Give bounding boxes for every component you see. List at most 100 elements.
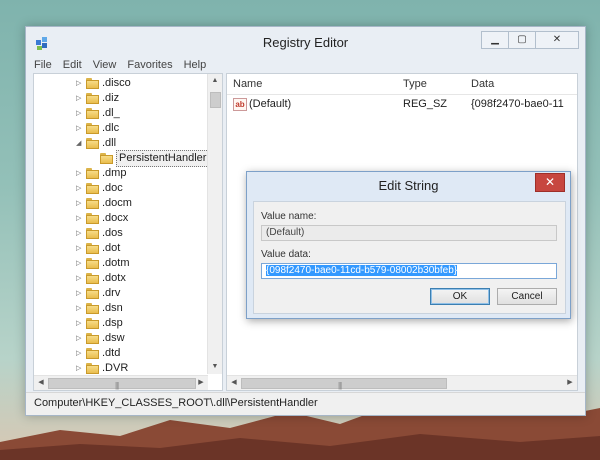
- folder-icon: [86, 123, 99, 134]
- menu-favorites[interactable]: Favorites: [127, 57, 172, 73]
- list-header: Name Type Data: [227, 74, 577, 95]
- folder-icon: [86, 318, 99, 329]
- expand-arrow-icon[interactable]: ▷: [76, 289, 84, 298]
- menu-view[interactable]: View: [93, 57, 117, 73]
- folder-icon: [86, 198, 99, 209]
- folder-icon: [86, 348, 99, 359]
- dialog-body: Value name: (Default) Value data: {098f2…: [253, 201, 566, 314]
- scroll-thumb[interactable]: |||: [48, 378, 196, 390]
- tree-item-label: .doc: [102, 182, 123, 194]
- scroll-up-arrow-icon[interactable]: ▲: [208, 74, 222, 88]
- edit-string-dialog: Edit String ✕ Value name: (Default) Valu…: [246, 171, 571, 319]
- folder-icon: [86, 213, 99, 224]
- folder-icon: [86, 108, 99, 119]
- column-data[interactable]: Data: [471, 78, 494, 90]
- tree-item-label: .dsp: [102, 317, 123, 329]
- folder-icon: [86, 363, 99, 374]
- value-type: REG_SZ: [403, 98, 448, 110]
- value-data: {098f2470-bae0-11: [471, 98, 564, 110]
- grip-icon: |||: [338, 381, 342, 390]
- value-name-field: (Default): [261, 225, 557, 241]
- tree-vertical-scrollbar[interactable]: ▲ ▼: [207, 74, 222, 374]
- close-button[interactable]: ✕: [535, 31, 579, 49]
- folder-icon: [86, 93, 99, 104]
- expand-arrow-icon[interactable]: ▷: [76, 79, 84, 88]
- minimize-icon: ▁: [491, 34, 499, 45]
- value-data-input[interactable]: {098f2470-bae0-11cd-b579-08002b30bfeb}: [261, 263, 557, 279]
- scroll-thumb[interactable]: |||: [241, 378, 447, 390]
- string-value-icon: ab: [233, 98, 247, 111]
- expand-arrow-icon[interactable]: ▷: [76, 184, 84, 193]
- folder-icon: [100, 153, 113, 164]
- tree-item-label: .dotx: [102, 272, 126, 284]
- scroll-down-arrow-icon[interactable]: ▼: [208, 360, 222, 374]
- status-bar: Computer\HKEY_CLASSES_ROOT\.dll\Persiste…: [26, 392, 585, 415]
- scroll-left-arrow-icon[interactable]: ◀: [227, 376, 241, 390]
- value-name-label: Value name:: [261, 211, 317, 222]
- folder-icon: [86, 273, 99, 284]
- column-type[interactable]: Type: [403, 78, 427, 90]
- folder-icon: [86, 243, 99, 254]
- tree-horizontal-scrollbar[interactable]: ◀ ||| ▶: [34, 375, 208, 390]
- tree-item-label: .dmp: [102, 167, 127, 179]
- maximize-button[interactable]: ▢: [508, 31, 536, 49]
- ok-button[interactable]: OK: [430, 288, 490, 305]
- expand-arrow-icon[interactable]: ▷: [76, 274, 84, 283]
- folder-icon: [86, 258, 99, 269]
- expand-arrow-icon[interactable]: ▷: [76, 199, 84, 208]
- scroll-thumb[interactable]: [210, 92, 221, 108]
- expand-arrow-icon[interactable]: ▷: [76, 349, 84, 358]
- folder-icon: [86, 183, 99, 194]
- value-name-text: (Default): [266, 227, 305, 238]
- tree-item-label: .docm: [102, 197, 132, 209]
- value-name: (Default): [249, 98, 292, 110]
- scroll-left-arrow-icon[interactable]: ◀: [34, 376, 48, 390]
- list-horizontal-scrollbar[interactable]: ◀ ||| ▶: [227, 375, 577, 390]
- expand-arrow-icon[interactable]: ▷: [76, 334, 84, 343]
- value-data-label: Value data:: [261, 249, 311, 260]
- grip-icon: |||: [115, 381, 119, 390]
- expand-arrow-icon[interactable]: ▷: [76, 109, 84, 118]
- expand-arrow-icon[interactable]: ▷: [76, 214, 84, 223]
- scroll-right-arrow-icon[interactable]: ▶: [194, 376, 208, 390]
- tree-item-label: .docx: [102, 212, 129, 224]
- folder-icon: [86, 78, 99, 89]
- expand-arrow-icon[interactable]: ▷: [76, 124, 84, 133]
- maximize-icon: ▢: [517, 34, 527, 45]
- expand-arrow-icon[interactable]: ▷: [76, 169, 84, 178]
- expand-arrow-icon[interactable]: ▷: [76, 304, 84, 313]
- tree-item-label: .dot: [102, 242, 121, 254]
- expand-arrow-icon[interactable]: ▷: [76, 94, 84, 103]
- folder-icon: [86, 228, 99, 239]
- folder-icon: [86, 288, 99, 299]
- expand-arrow-icon[interactable]: ▷: [76, 229, 84, 238]
- folder-icon: [86, 303, 99, 314]
- scroll-right-arrow-icon[interactable]: ▶: [563, 376, 577, 390]
- cancel-button[interactable]: Cancel: [497, 288, 557, 305]
- menu-edit[interactable]: Edit: [63, 57, 82, 73]
- column-name[interactable]: Name: [233, 78, 262, 90]
- tree-item-label: .dos: [102, 227, 123, 239]
- menu-bar: File Edit View Favorites Help: [26, 57, 585, 73]
- expand-arrow-icon[interactable]: ▷: [76, 259, 84, 268]
- collapse-arrow-icon[interactable]: ◢: [76, 139, 84, 148]
- tree-item-label: .dotm: [102, 257, 130, 269]
- title-bar[interactable]: Registry Editor ▁ ▢ ✕: [26, 27, 585, 57]
- close-icon: ✕: [544, 175, 556, 189]
- status-path: Computer\HKEY_CLASSES_ROOT\.dll\Persiste…: [34, 397, 318, 409]
- expand-arrow-icon[interactable]: ▷: [76, 244, 84, 253]
- minimize-button[interactable]: ▁: [481, 31, 509, 49]
- tree-item-label: .disco: [102, 77, 131, 89]
- value-data-text: {098f2470-bae0-11cd-b579-08002b30bfeb}: [266, 265, 458, 276]
- menu-help[interactable]: Help: [184, 57, 207, 73]
- tree-item-label: .DVR: [102, 362, 129, 374]
- list-item[interactable]: ab (Default) REG_SZ {098f2470-bae0-11: [227, 96, 577, 112]
- expand-arrow-icon[interactable]: ▷: [76, 319, 84, 328]
- dialog-close-button[interactable]: ✕: [535, 173, 565, 192]
- dialog-title: Edit String: [378, 178, 439, 193]
- expand-arrow-icon[interactable]: ▷: [76, 364, 84, 373]
- menu-file[interactable]: File: [34, 57, 52, 73]
- tree-item-label: PersistentHandler: [116, 150, 210, 167]
- registry-tree-pane[interactable]: ▷ .disco ▷ .diz ▷ .dl_ ▷ .dlc ◢ .dll PersistentHan…: [33, 73, 223, 391]
- close-icon: ✕: [552, 34, 562, 45]
